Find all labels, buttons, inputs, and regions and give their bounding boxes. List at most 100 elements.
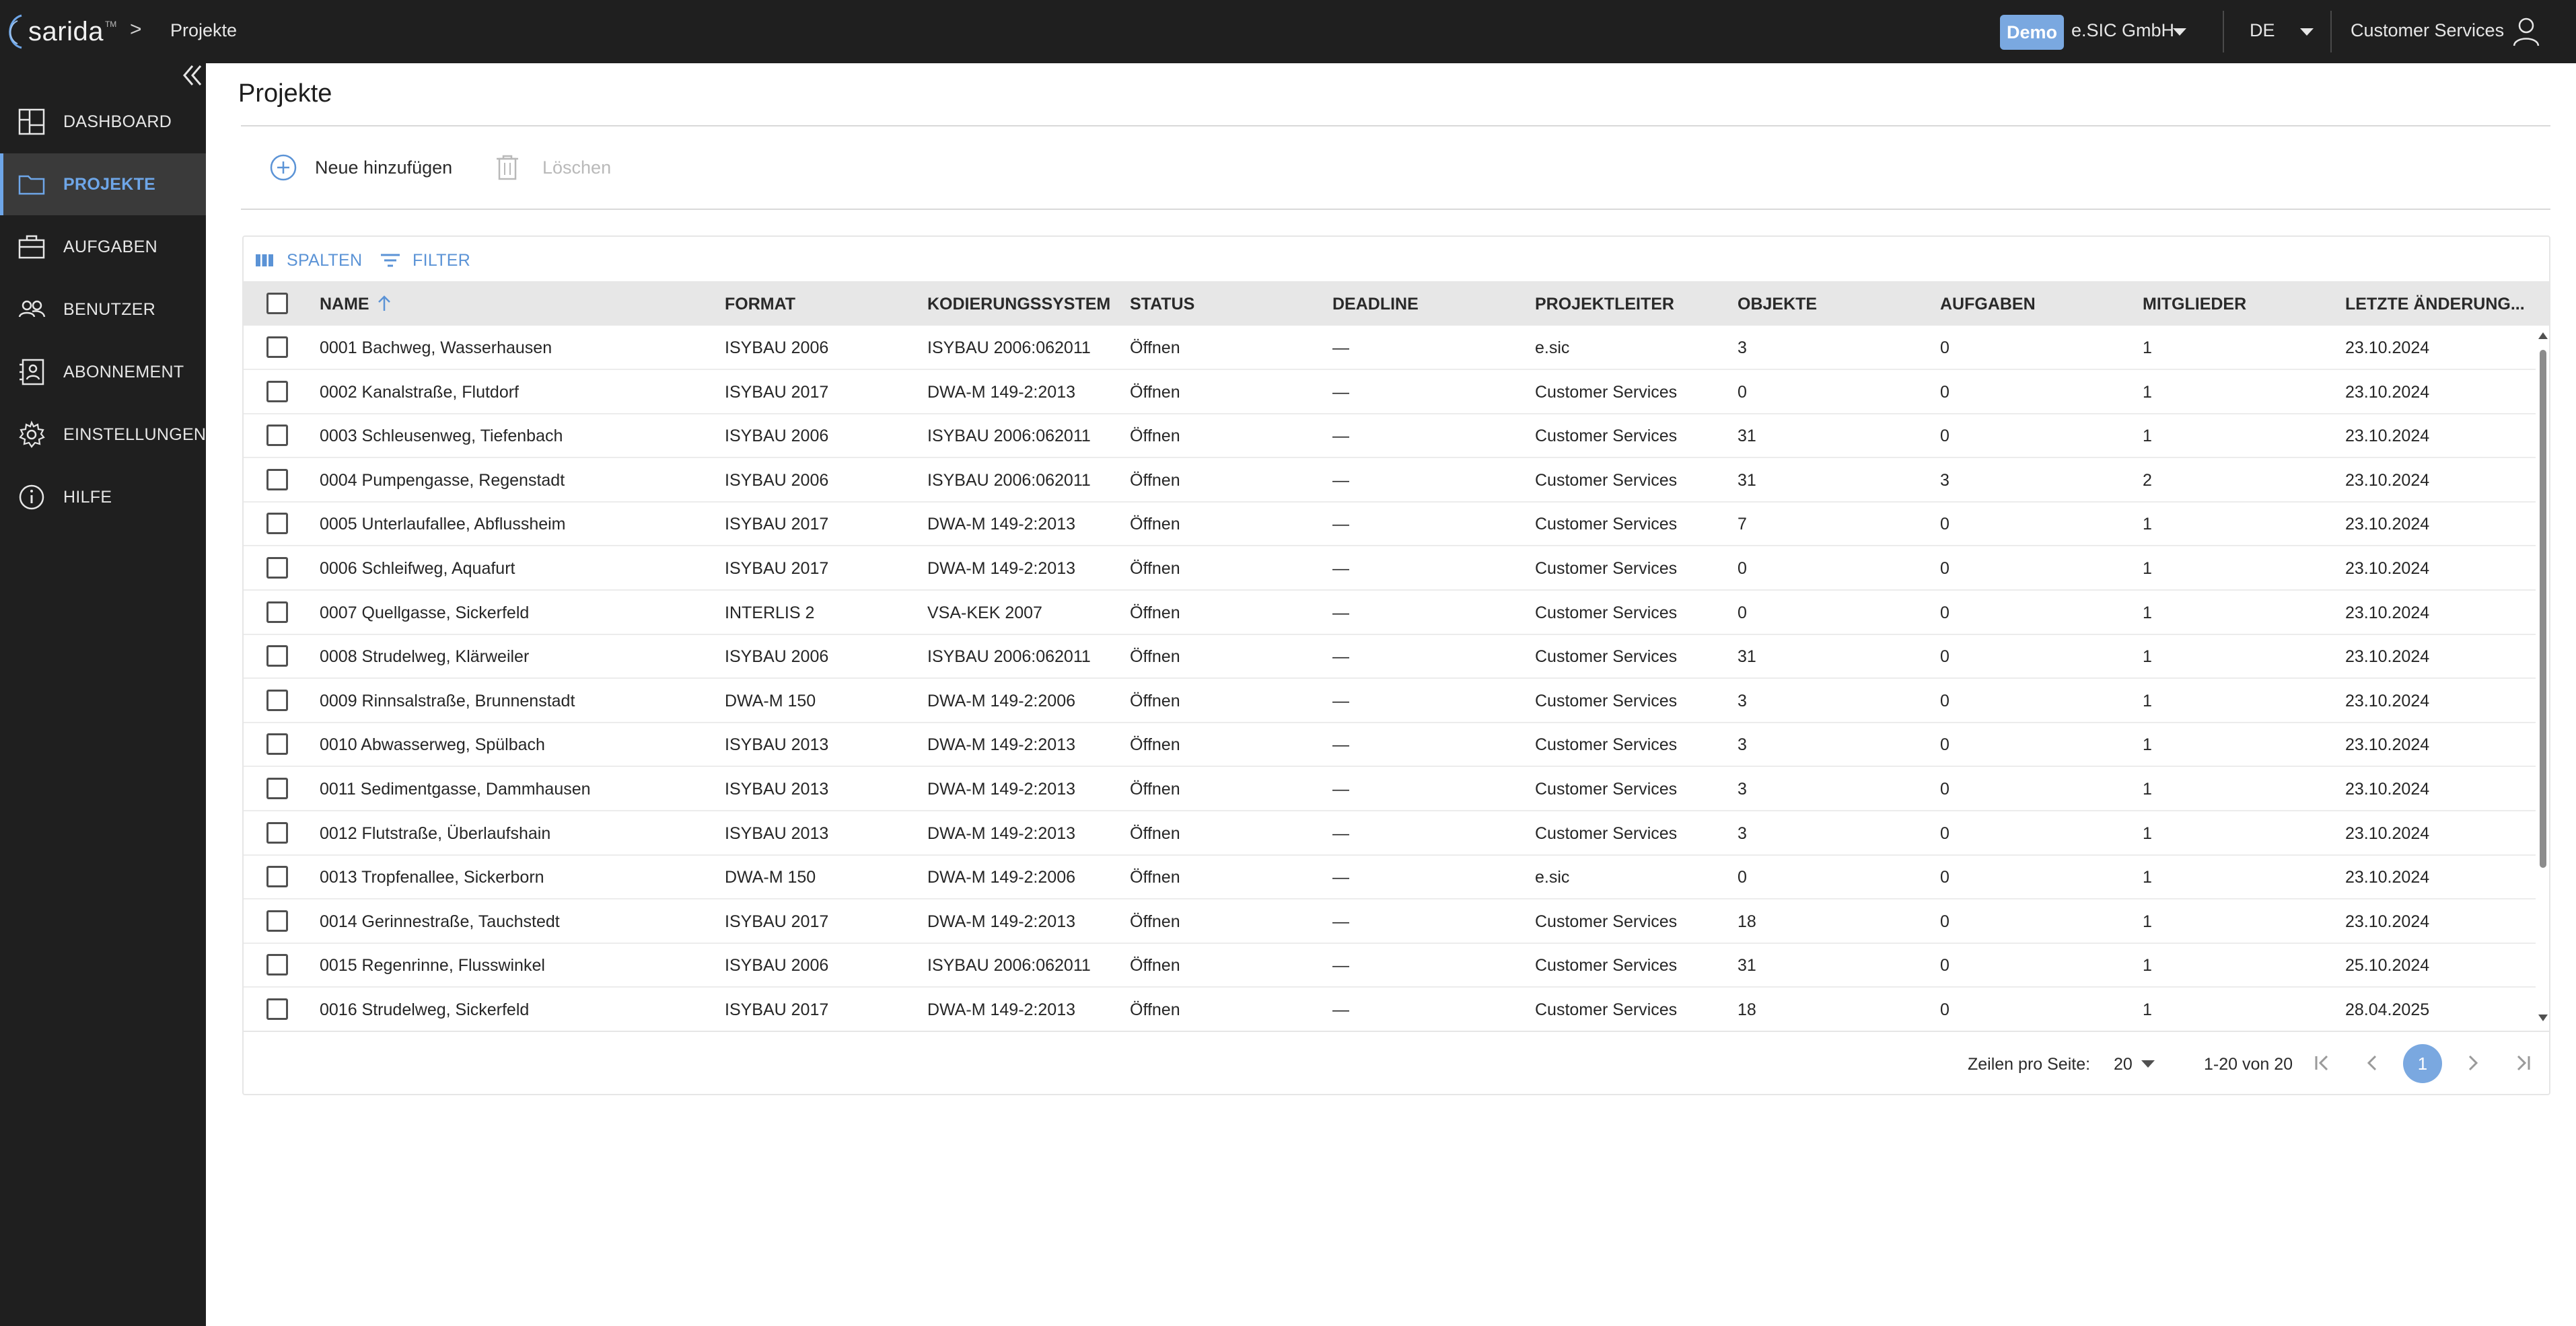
sort-ascending-icon[interactable] (376, 295, 392, 312)
row-checkbox[interactable] (266, 910, 288, 932)
previous-page-icon[interactable] (2361, 1051, 2385, 1075)
column-header-kodierungssystem[interactable]: KODIERUNGSSYSTEM (927, 295, 1110, 314)
cell-letzte-aenderung: 23.10.2024 (2345, 559, 2430, 578)
breadcrumb-separator: > (130, 18, 142, 40)
cell-objekte: 3 (1738, 691, 1747, 710)
column-header-format[interactable]: FORMAT (725, 295, 795, 314)
column-header-name[interactable]: NAME (320, 295, 392, 314)
table-row[interactable]: 0002 Kanalstraße, Flutdorf ISYBAU 2017 DWA… (244, 370, 2536, 414)
columns-button[interactable]: SPALTEN (254, 250, 362, 270)
collapse-sidebar-icon[interactable] (180, 63, 205, 87)
sidebar-item-projekte[interactable]: PROJEKTE (0, 153, 206, 215)
cell-deadline: — (1332, 603, 1349, 622)
table-row[interactable]: 0010 Abwasserweg, Spülbach ISYBAU 2013 DWA… (244, 723, 2536, 768)
table-row[interactable]: 0014 Gerinnestraße, Tauchstedt ISYBAU 201… (244, 899, 2536, 944)
cell-mitglieder: 1 (2143, 338, 2152, 357)
row-checkbox[interactable] (266, 954, 288, 976)
cell-name: 0014 Gerinnestraße, Tauchstedt (320, 912, 560, 931)
table-row[interactable]: 0004 Pumpengasse, Regenstadt ISYBAU 2006 I… (244, 458, 2536, 503)
row-checkbox[interactable] (266, 998, 288, 1020)
current-page-button[interactable]: 1 (2403, 1044, 2442, 1083)
row-checkbox[interactable] (266, 557, 288, 579)
table-row[interactable]: 0013 Tropfenallee, Sickerborn DWA-M 150 DW… (244, 855, 2536, 900)
table-row[interactable]: 0009 Rinnsalstraße, Brunnenstadt DWA-M 15… (244, 679, 2536, 723)
sidebar-item-aufgaben[interactable]: AUFGABEN (0, 216, 206, 278)
table-row[interactable]: 0005 Unterlaufallee, Abflussheim ISYBAU 2… (244, 502, 2536, 547)
column-header-status[interactable]: STATUS (1130, 295, 1194, 314)
sidebar-item-hilfe[interactable]: HILFE (0, 466, 206, 528)
add-project-button[interactable]: Neue hinzufügen (269, 153, 452, 182)
row-checkbox[interactable] (266, 778, 288, 799)
language-chevron-down-icon[interactable] (2300, 28, 2314, 36)
cell-objekte: 0 (1738, 868, 1747, 887)
select-all-checkbox[interactable] (266, 293, 288, 314)
cell-format: ISYBAU 2006 (725, 470, 829, 490)
row-checkbox[interactable] (266, 513, 288, 535)
cell-objekte: 0 (1738, 603, 1747, 622)
table-row[interactable]: 0006 Schleifweg, Aquafurt ISYBAU 2017 DWA-… (244, 546, 2536, 591)
row-checkbox[interactable] (266, 689, 288, 711)
cell-name: 0007 Quellgasse, Sickerfeld (320, 603, 530, 622)
sidebar-item-dashboard[interactable]: DASHBOARD (0, 91, 206, 153)
table-row[interactable]: 0003 Schleusenweg, Tiefenbach ISYBAU 2006… (244, 414, 2536, 459)
rows-per-page-select[interactable]: 20 (2114, 1055, 2133, 1074)
sidebar-item-label: EINSTELLUNGEN (63, 425, 207, 444)
user-icon[interactable] (2512, 16, 2540, 47)
table-row[interactable]: 0001 Bachweg, Wasserhausen ISYBAU 2006 ISY… (244, 326, 2536, 370)
table-row[interactable]: 0007 Quellgasse, Sickerfeld INTERLIS 2 VSA… (244, 591, 2536, 635)
row-checkbox[interactable] (266, 645, 288, 667)
table-row[interactable]: 0016 Strudelweg, Sickerfeld ISYBAU 2017 DW… (244, 988, 2536, 1032)
row-checkbox[interactable] (266, 336, 288, 358)
table-row[interactable]: 0015 Regenrinne, Flusswinkel ISYBAU 2006 I… (244, 943, 2536, 988)
cell-name: 0004 Pumpengasse, Regenstadt (320, 470, 565, 490)
table-row[interactable]: 0011 Sedimentgasse, Dammhausen ISYBAU 201… (244, 767, 2536, 811)
company-selector[interactable]: e.SIC GmbH (2071, 20, 2174, 41)
cell-format: DWA-M 150 (725, 868, 816, 887)
scroll-up-icon[interactable] (2538, 332, 2548, 339)
column-header-mitglieder[interactable]: MITGLIEDER (2143, 295, 2246, 314)
row-checkbox[interactable] (266, 425, 288, 447)
cell-status: Öffnen (1130, 515, 1180, 534)
first-page-icon[interactable] (2311, 1051, 2335, 1075)
row-checkbox[interactable] (266, 468, 288, 490)
filter-button[interactable]: FILTER (380, 250, 470, 270)
row-checkbox[interactable] (266, 821, 288, 844)
cell-letzte-aenderung: 23.10.2024 (2345, 647, 2430, 667)
user-menu[interactable]: Customer Services (2351, 20, 2504, 41)
cell-mitglieder: 1 (2143, 559, 2152, 578)
sidebar-item-einstellungen[interactable]: EINSTELLUNGEN (0, 404, 206, 466)
sidebar-item-abonnement[interactable]: ABONNEMENT (0, 341, 206, 403)
cell-status: Öffnen (1130, 780, 1180, 799)
table-row[interactable]: 0008 Strudelweg, Klärweiler ISYBAU 2006 IS… (244, 634, 2536, 679)
sidebar-item-label: HILFE (63, 487, 112, 507)
row-checkbox[interactable] (266, 866, 288, 888)
next-page-icon[interactable] (2460, 1051, 2484, 1075)
divider (244, 1031, 2549, 1032)
sidebar-item-label: PROJEKTE (63, 174, 156, 194)
cell-objekte: 31 (1738, 470, 1756, 490)
row-checkbox[interactable] (266, 733, 288, 756)
cell-name: 0012 Flutstraße, Überlaufshain (320, 823, 551, 843)
column-header-deadline[interactable]: DEADLINE (1332, 295, 1419, 314)
row-checkbox[interactable] (266, 380, 288, 402)
language-selector[interactable]: DE (2250, 20, 2275, 41)
column-header-projektleiter[interactable]: PROJEKTLEITER (1535, 295, 1674, 314)
company-chevron-down-icon[interactable] (2173, 28, 2186, 36)
sidebar-item-benutzer[interactable]: BENUTZER (0, 279, 206, 340)
cell-objekte: 18 (1738, 912, 1756, 931)
rows-per-page-chevron-down-icon[interactable] (2141, 1060, 2155, 1068)
scroll-down-icon[interactable] (2538, 1015, 2548, 1021)
column-header-objekte[interactable]: OBJEKTE (1738, 295, 1817, 314)
last-page-icon[interactable] (2510, 1051, 2534, 1075)
cell-status: Öffnen (1130, 691, 1180, 710)
column-header-aufgaben[interactable]: AUFGABEN (1940, 295, 2036, 314)
column-header-letzte-aenderung[interactable]: LETZTE ÄNDERUNG... (2345, 295, 2525, 314)
scrollbar-thumb[interactable] (2540, 350, 2546, 868)
app-logo[interactable]: sarida TM (1, 8, 116, 55)
cell-deadline: — (1332, 338, 1349, 357)
cell-name: 0011 Sedimentgasse, Dammhausen (320, 780, 591, 799)
table-row[interactable]: 0012 Flutstraße, Überlaufshain ISYBAU 201… (244, 811, 2536, 856)
cell-mitglieder: 1 (2143, 956, 2152, 975)
row-checkbox[interactable] (266, 601, 288, 623)
delete-button[interactable]: Löschen (494, 153, 611, 182)
